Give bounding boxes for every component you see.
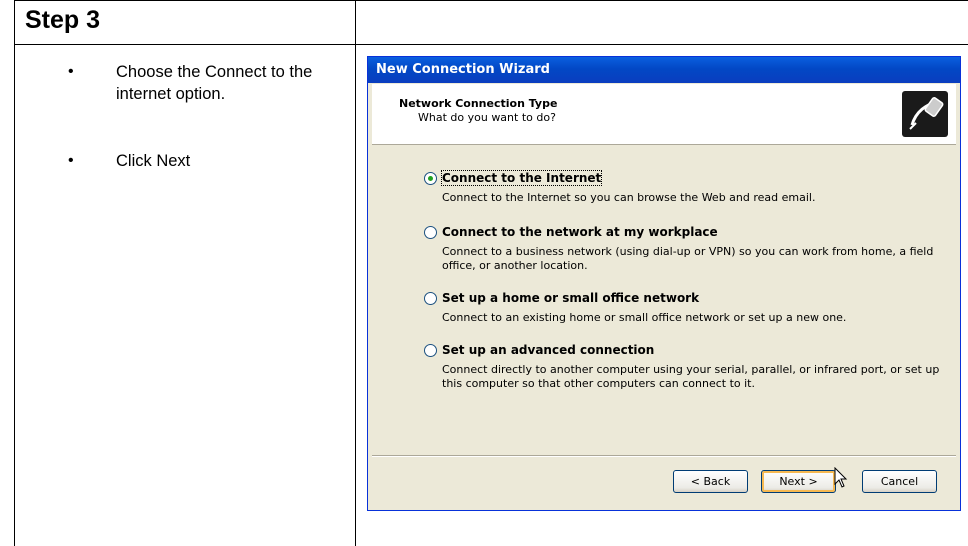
option-label[interactable]: Connect to the network at my workplace xyxy=(442,225,718,239)
option-description: Connect directly to another computer usi… xyxy=(442,363,940,390)
bullet-icon: • xyxy=(68,152,74,169)
radio-button[interactable] xyxy=(424,292,437,305)
option-description: Connect to the Internet so you can brows… xyxy=(442,191,816,204)
next-button[interactable]: Next > xyxy=(761,470,836,493)
option-description: Connect to a business network (using dia… xyxy=(442,245,934,272)
new-connection-wizard-window: New Connection Wizard Network Connection… xyxy=(367,56,961,511)
window-title: New Connection Wizard xyxy=(376,62,550,77)
cancel-button[interactable]: Cancel xyxy=(862,470,937,493)
table-border-top xyxy=(14,0,968,1)
step-title: Step 3 xyxy=(25,6,101,34)
wizard-header-subtitle: What do you want to do? xyxy=(418,111,556,124)
option-label[interactable]: Set up an advanced connection xyxy=(442,343,654,357)
mouse-pointer-icon xyxy=(834,467,848,488)
option-label[interactable]: Connect to the Internet xyxy=(440,170,603,186)
window-titlebar[interactable]: New Connection Wizard xyxy=(368,57,960,83)
wizard-header-title: Network Connection Type xyxy=(399,97,558,110)
radio-button-selected[interactable] xyxy=(424,172,437,185)
option-label[interactable]: Set up a home or small office network xyxy=(442,291,699,305)
network-cable-icon xyxy=(902,91,948,137)
instruction-text: Choose the Connect to the internet optio… xyxy=(116,63,313,103)
button-separator xyxy=(372,455,956,457)
bullet-icon: • xyxy=(68,63,74,80)
radio-button[interactable] xyxy=(424,226,437,239)
table-border-left xyxy=(14,0,15,546)
option-description: Connect to an existing home or small off… xyxy=(442,311,847,324)
table-row-divider xyxy=(14,44,968,45)
instruction-text: Click Next xyxy=(116,152,191,170)
back-button[interactable]: < Back xyxy=(673,470,748,493)
radio-button[interactable] xyxy=(424,344,437,357)
wizard-header: Network Connection Type What do you want… xyxy=(372,84,956,145)
